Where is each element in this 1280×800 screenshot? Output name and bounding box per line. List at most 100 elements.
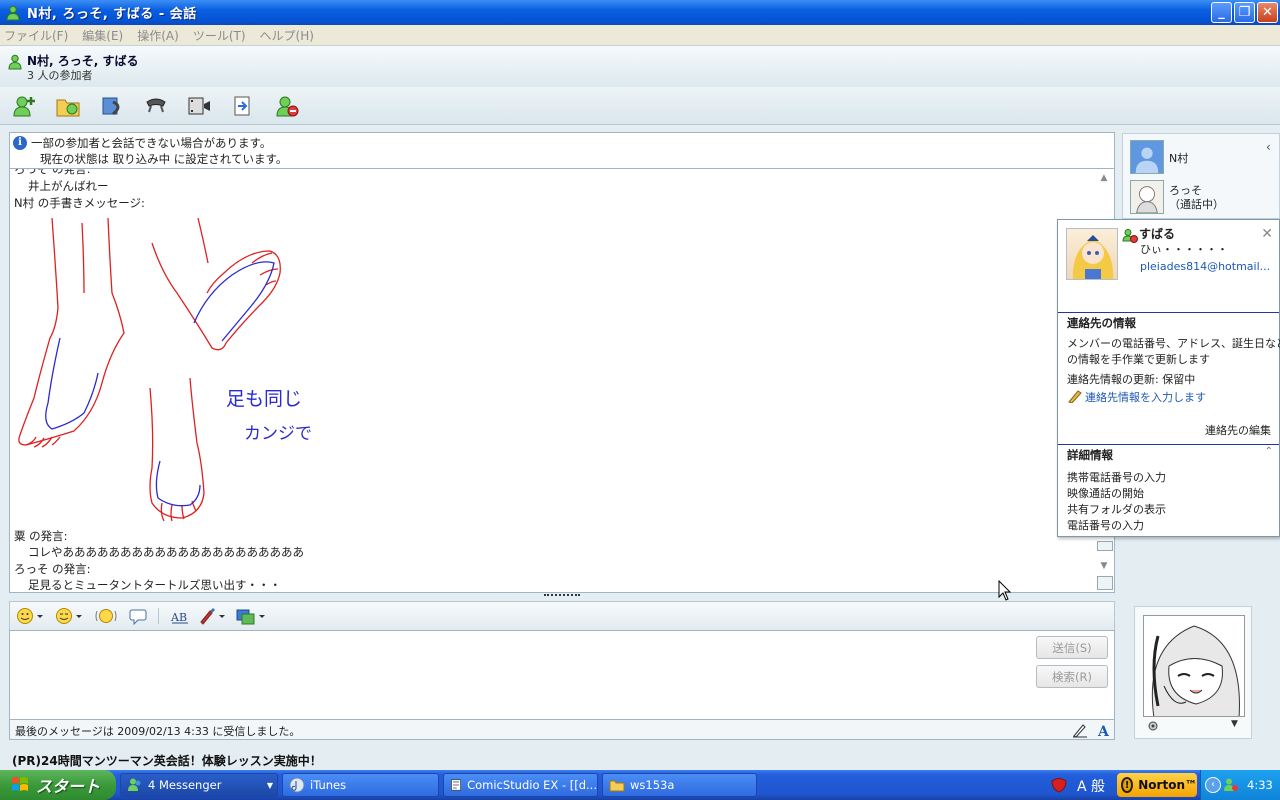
enter-contact-info-link[interactable]: 連絡先情報を入力します (1085, 389, 1206, 405)
menu-tools[interactable]: ツール(T) (193, 27, 246, 44)
webcam-icon[interactable] (1147, 721, 1159, 733)
collapse-arrow-icon[interactable]: ‹ (1266, 140, 1271, 154)
close-card-icon[interactable]: ✕ (1261, 226, 1273, 242)
norton-icon: ! (1121, 777, 1134, 793)
tray-expand-icon[interactable]: ‹ (1205, 777, 1221, 793)
ink-text-line-2: カンジで (244, 424, 312, 444)
buddy-icon (8, 54, 22, 70)
invite-contact-icon[interactable] (12, 94, 38, 118)
conversation-history[interactable]: ろっそ の発言: 井上がんばれー N村 の手書きメッセージ: 足も同じ カンジで… (9, 168, 1115, 593)
menu-edit[interactable]: 編集(E) (82, 27, 123, 44)
participant-name: ろっそ (1169, 184, 1202, 197)
menu-help[interactable]: ヘルプ(H) (260, 27, 314, 44)
info-icon: i (13, 136, 27, 150)
norton-tray-button[interactable]: ! Norton™ (1117, 773, 1197, 797)
contact-update-status: 連絡先情報の更新: 保留中 (1067, 373, 1196, 386)
video-icon[interactable] (186, 94, 212, 118)
display-picture-image (1143, 615, 1245, 717)
menu-bar: ファイル(F) 編集(E) 操作(A) ツール(T) ヘルプ(H) (0, 25, 1280, 45)
activities-icon[interactable] (231, 94, 257, 118)
svg-text:A: A (1097, 724, 1110, 738)
taskbar-item-label: ComicStudio EX - [[d... (467, 778, 597, 792)
folder-icon (609, 780, 625, 792)
details-section-header: 詳細情報 (1058, 444, 1279, 464)
scroll-down-arrow-icon[interactable]: ▼ (1098, 561, 1110, 571)
last-message-status: 最後のメッセージは 2009/02/13 4:33 に受信しました。 (15, 725, 301, 738)
start-button[interactable]: スタート (0, 770, 116, 800)
games-icon[interactable] (236, 607, 266, 625)
message-input[interactable]: 送信(S) 検索(R) (9, 630, 1115, 720)
format-toolbar: AB (9, 601, 1115, 630)
call-computer-icon[interactable] (99, 94, 125, 118)
pencil-icon (1068, 390, 1082, 403)
contact-avatar (1066, 228, 1118, 280)
background-brush-icon[interactable] (198, 607, 226, 625)
itunes-icon (289, 777, 305, 793)
ime-indicator[interactable]: A 般 (1077, 776, 1105, 796)
detail-video-call[interactable]: 映像通話の開始 (1067, 485, 1144, 501)
info-banner: i 一部の参加者と会話できない場合があります。 現在の状態は 取り込み中 に設定… (9, 132, 1115, 168)
participant-avatar (1130, 180, 1164, 214)
taskbar-item-label: iTunes (310, 778, 347, 792)
search-button[interactable]: 検索(R) (1036, 665, 1108, 688)
collapse-chevron-icon[interactable]: ⌃ (1265, 446, 1273, 457)
participant-count: 3 人の参加者 (27, 69, 93, 82)
contact-email[interactable]: pleiades814@hotmail... (1140, 260, 1270, 273)
info-line-1: 一部の参加者と会話できない場合があります。 (31, 136, 272, 150)
wink-icon[interactable] (55, 607, 83, 625)
start-label: スタート (36, 777, 101, 796)
advertisement-link[interactable]: (PR)24時間マンツーマン英会話！体験レッスン実施中！ (12, 752, 322, 769)
send-button[interactable]: 送信(S) (1036, 636, 1108, 659)
comicstudio-icon (451, 779, 461, 791)
participant-item[interactable]: N村 (1130, 140, 1188, 174)
mouse-cursor-icon (998, 580, 1012, 601)
handwriting-pen-icon[interactable] (1072, 722, 1088, 738)
speaker-partial: ろっそ の発言: (14, 168, 91, 176)
voice-clip-icon[interactable] (129, 607, 149, 625)
block-contact-icon[interactable] (275, 94, 301, 118)
taskbar-itunes[interactable]: iTunes (282, 773, 439, 797)
text-mode-icon[interactable]: A (1096, 722, 1112, 738)
taskbar-folder[interactable]: ws153a (602, 773, 757, 797)
scroll-up-arrow-icon[interactable]: ▲ (1098, 173, 1110, 183)
message-text: 井上がんばれー (28, 179, 109, 193)
title-bar: N村, ろっそ, すばる - 会話 _ ❐ ✕ (0, 0, 1280, 25)
system-tray: ‹ 4:33 (1200, 770, 1280, 800)
windows-flag-icon (12, 777, 28, 791)
participant-item[interactable]: ろっそ （通話中） (1130, 180, 1224, 214)
speaker-name: 粟 の発言: (14, 529, 68, 543)
my-display-picture[interactable]: ▼ (1134, 606, 1252, 739)
ink-message-header: N村 の手書きメッセージ: (14, 196, 145, 210)
tray-messenger-icon[interactable] (1223, 777, 1239, 793)
font-icon[interactable]: AB (170, 607, 190, 625)
emoticon-icon[interactable] (16, 607, 44, 625)
menu-action[interactable]: 操作(A) (137, 27, 179, 44)
detail-shared-folder[interactable]: 共有フォルダの表示 (1067, 501, 1166, 517)
clock: 4:33 (1247, 778, 1273, 792)
display-picture-menu-arrow-icon[interactable]: ▼ (1231, 719, 1238, 729)
info-line-2: 現在の状態は 取り込み中 に設定されています。 (40, 152, 288, 166)
participant-status: （通話中） (1169, 198, 1224, 211)
edit-contact-link[interactable]: 連絡先の編集 (1205, 422, 1271, 438)
taskbar-messenger[interactable]: 4 Messenger ▼ (120, 773, 278, 797)
scrollbar-thumb[interactable] (1097, 541, 1113, 551)
phone-icon[interactable] (143, 94, 169, 118)
toolbar-separator (158, 608, 159, 624)
detail-phone-number[interactable]: 電話番号の入力 (1067, 517, 1144, 533)
action-toolbar (0, 87, 1280, 125)
pane-splitter[interactable] (544, 594, 580, 597)
messenger-icon (128, 778, 141, 791)
taskbar-item-label: ws153a (630, 778, 675, 792)
message-text: コレやあああああああああああああああああああああ (28, 545, 304, 559)
close-button[interactable]: ✕ (1257, 2, 1278, 23)
taskbar-comicstudio[interactable]: ComicStudio EX - [[d... (443, 773, 598, 797)
detail-mobile-phone[interactable]: 携帯電話番号の入力 (1067, 469, 1166, 485)
send-file-icon[interactable] (55, 94, 81, 118)
menu-file[interactable]: ファイル(F) (4, 27, 68, 44)
ink-text-line-1: 足も同じ (226, 388, 303, 410)
maximize-button[interactable]: ❐ (1234, 2, 1255, 23)
scroll-to-end-button[interactable] (1097, 576, 1113, 590)
nudge-icon[interactable] (94, 607, 118, 625)
tray-shield-icon[interactable] (1050, 777, 1068, 793)
minimize-button[interactable]: _ (1211, 2, 1232, 23)
